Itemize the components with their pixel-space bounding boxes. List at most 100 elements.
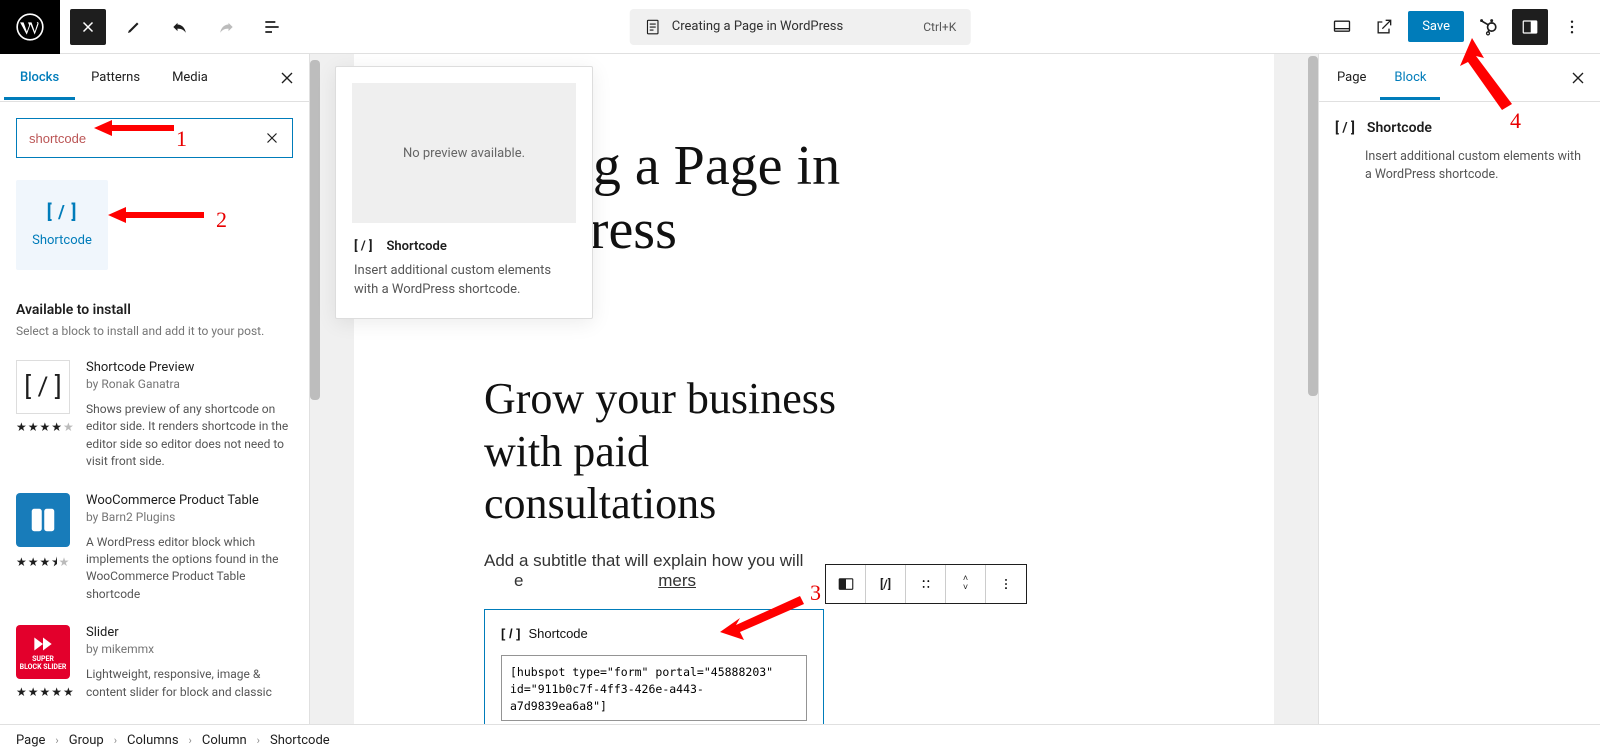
drag-handle[interactable] [906, 565, 946, 603]
block-type-button[interactable] [826, 565, 866, 603]
directory-desc: Lightweight, responsive, image & content… [86, 666, 293, 701]
command-palette-trigger[interactable]: Creating a Page in WordPress Ctrl+K [630, 9, 971, 45]
flyout-header: [ / ] Shortcode [336, 239, 592, 258]
directory-item[interactable]: SUPERBLOCK SLIDER ★★★★★ Slider by mikemm… [16, 625, 293, 701]
settings-block-desc: Insert additional custom elements with a… [1365, 148, 1584, 184]
directory-item[interactable]: [ / ] ★★★★★ Shortcode Preview by Ronak G… [16, 360, 293, 471]
page-icon [644, 18, 662, 36]
document-overview-button[interactable] [254, 9, 290, 45]
block-result-shortcode[interactable]: [ / ] Shortcode [16, 180, 108, 270]
shortcode-block[interactable]: [ / ] Shortcode [484, 609, 824, 724]
topbar-right-group: Save [1324, 9, 1600, 45]
flyout-description: Insert additional custom elements with a… [336, 258, 592, 318]
close-icon [79, 18, 97, 36]
subtitle-line1: Add a subtitle that will explain how you… [484, 551, 803, 570]
crumb[interactable]: Page [16, 733, 45, 748]
tab-patterns[interactable]: Patterns [75, 56, 156, 99]
tab-media[interactable]: Media [156, 56, 224, 99]
directory-desc: Shows preview of any shortcode on editor… [86, 401, 293, 471]
chevron-down-icon: ˅ [963, 584, 968, 593]
undo-button[interactable] [162, 9, 198, 45]
open-in-new-button[interactable] [1366, 9, 1402, 45]
block-result-label: Shortcode [32, 233, 92, 248]
transform-button[interactable]: [/] [866, 565, 906, 603]
settings-close-button[interactable] [1560, 60, 1596, 96]
preview-area: No preview available. [352, 83, 576, 223]
more-vertical-icon [999, 577, 1013, 591]
directory-thumb: ★★★⯨★ [16, 493, 70, 604]
sidebar-icon [1521, 18, 1539, 36]
settings-sidebar: Page Block [ / ] Shortcode Insert additi… [1318, 54, 1600, 724]
directory-meta: Shortcode Preview by Ronak Ganatra Shows… [86, 360, 293, 471]
tools-button[interactable] [116, 9, 152, 45]
scrollbar-thumb[interactable] [310, 60, 320, 400]
move-buttons[interactable]: ˄ ˅ [946, 565, 986, 603]
crumb[interactable]: Columns [127, 733, 179, 748]
view-button[interactable] [1324, 9, 1360, 45]
slider-icon: SUPERBLOCK SLIDER [16, 625, 70, 679]
crumb[interactable]: Group [69, 733, 104, 748]
crumb[interactable]: Shortcode [270, 733, 330, 748]
close-icon [1568, 68, 1588, 88]
block-search-input[interactable] [16, 118, 293, 158]
settings-title-text: Shortcode [1367, 120, 1432, 136]
chevron-right-icon: › [257, 734, 260, 747]
redo-icon [216, 17, 236, 37]
scrollbar-right[interactable] [1308, 54, 1318, 724]
directory-title: Slider [86, 625, 293, 640]
inserter-close-button[interactable] [269, 60, 305, 96]
chevron-right-icon: › [114, 734, 117, 747]
subtitle-underline: mers [658, 571, 696, 590]
more-vertical-icon [1563, 18, 1581, 36]
heading-block[interactable]: Grow your businesswith paidconsultations [484, 373, 1194, 531]
tab-blocks[interactable]: Blocks [4, 56, 75, 99]
drag-icon [919, 577, 933, 591]
crumb[interactable]: Column [202, 733, 247, 748]
search-clear-button[interactable] [257, 118, 287, 158]
document-title: Creating a Page in WordPress [672, 19, 843, 34]
scrollbar-thumb[interactable] [1308, 56, 1318, 396]
inserter-body: [ / ] Shortcode Available to install Sel… [0, 102, 309, 724]
command-shortcut: Ctrl+K [923, 20, 956, 34]
shortcode-block-label: Shortcode [529, 626, 588, 641]
editor-main: Blocks Patterns Media [ / ] Shortcode Av… [0, 54, 1600, 724]
directory-meta: WooCommerce Product Table by Barn2 Plugi… [86, 493, 293, 604]
save-button[interactable]: Save [1408, 11, 1464, 42]
settings-body: [ / ] Shortcode Insert additional custom… [1319, 102, 1600, 202]
shortcode-input[interactable] [501, 655, 807, 721]
undo-icon [170, 17, 190, 37]
subtitle-line2: e [514, 571, 523, 590]
block-breadcrumb: Page › Group › Columns › Column › Shortcode [0, 724, 1600, 756]
pencil-icon [125, 18, 143, 36]
directory-author: by Ronak Ganatra [86, 377, 293, 391]
available-heading: Available to install [16, 302, 293, 318]
tab-block[interactable]: Block [1380, 56, 1440, 99]
shortcode-icon: [ / ] [47, 202, 78, 223]
close-icon [263, 129, 281, 147]
directory-title: Shortcode Preview [86, 360, 293, 375]
scrollbar-left[interactable] [310, 54, 320, 724]
chevron-right-icon: › [189, 734, 192, 747]
settings-block-title: [ / ] Shortcode [1335, 120, 1584, 136]
directory-item[interactable]: ★★★⯨★ WooCommerce Product Table by Barn2… [16, 493, 293, 604]
wordpress-logo[interactable] [0, 0, 60, 54]
redo-button[interactable] [208, 9, 244, 45]
settings-tabs: Page Block [1319, 54, 1600, 102]
external-icon [1374, 17, 1394, 37]
star-rating: ★★★★★ [16, 685, 70, 699]
woocommerce-icon [16, 493, 70, 547]
wordpress-icon [16, 13, 44, 41]
chevron-right-icon: › [55, 734, 58, 747]
hubspot-button[interactable] [1470, 9, 1506, 45]
shortcode-block-header: [ / ] Shortcode [501, 626, 807, 641]
tab-page[interactable]: Page [1323, 56, 1380, 99]
settings-sidebar-toggle[interactable] [1512, 9, 1548, 45]
options-button[interactable] [1554, 9, 1590, 45]
editor-top-toolbar: Creating a Page in WordPress Ctrl+K Save [0, 0, 1600, 54]
available-subtitle: Select a block to install and add it to … [16, 324, 293, 338]
shortcode-icon: [/] [880, 577, 891, 591]
toggle-inserter-button[interactable] [70, 9, 106, 45]
directory-thumb: [ / ] ★★★★★ [16, 360, 70, 471]
directory-thumb: SUPERBLOCK SLIDER ★★★★★ [16, 625, 70, 701]
block-options-button[interactable] [986, 565, 1026, 603]
